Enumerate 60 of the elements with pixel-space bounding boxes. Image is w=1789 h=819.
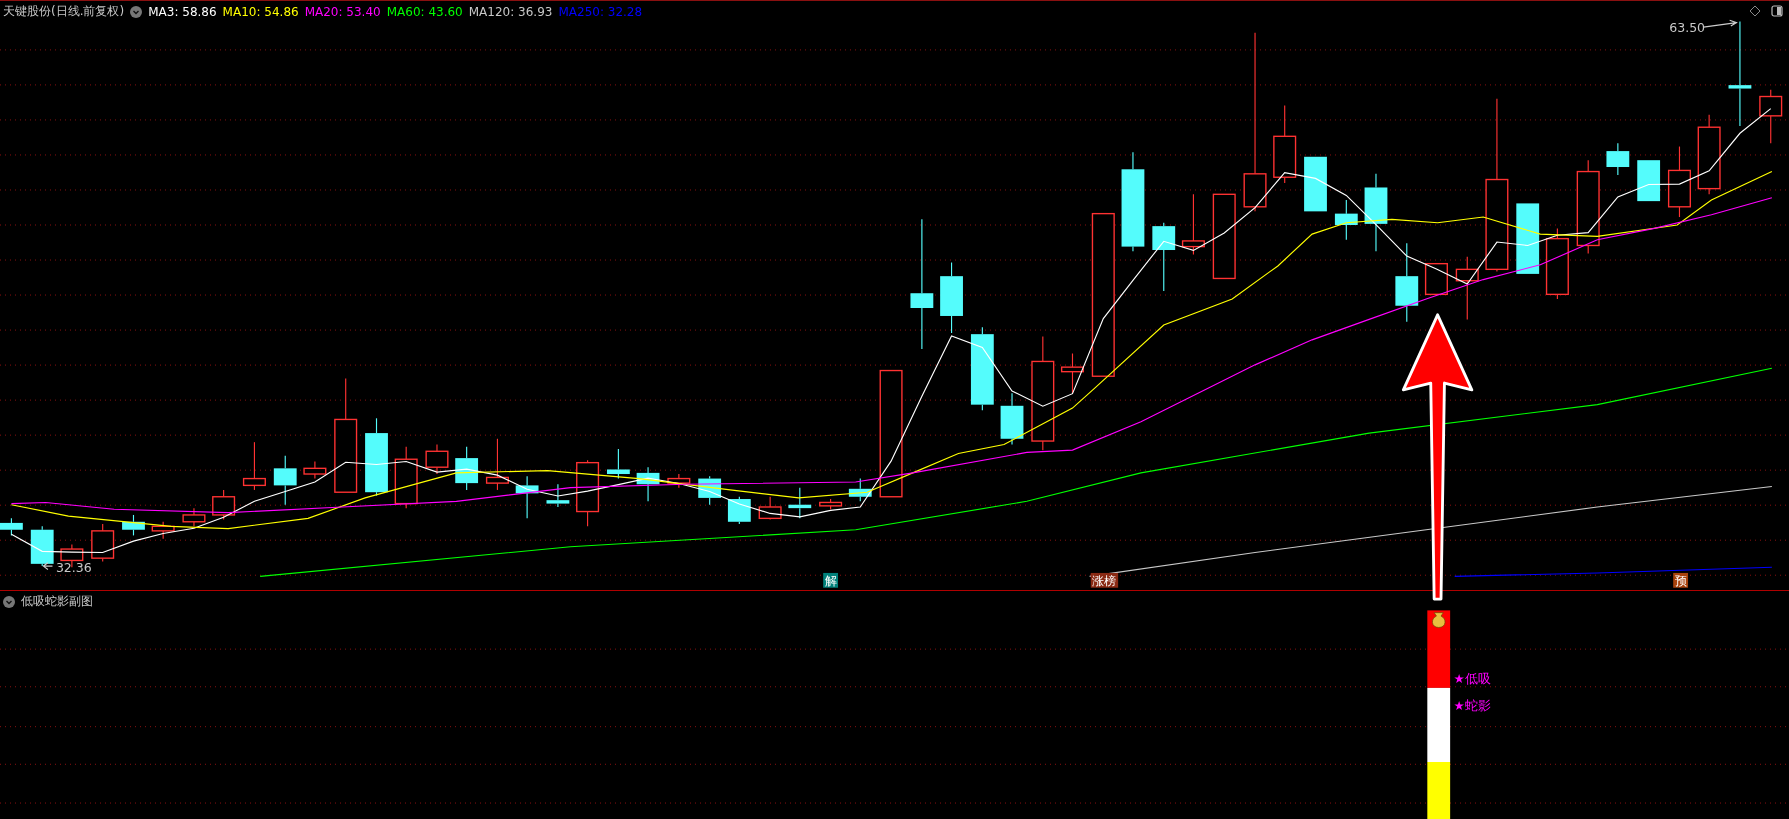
candlestick [819,498,843,510]
candlestick [1060,352,1084,394]
candlestick [607,448,630,480]
candlestick [30,525,54,567]
candlestick [242,441,266,491]
subchart-title: 低吸蛇影副图 [21,593,93,610]
candlestick [1000,392,1024,446]
pointer-arrow [42,562,54,571]
candlestick [455,446,479,491]
signal-bar [1427,762,1451,819]
candlestick [1424,262,1448,296]
candlestick [667,473,691,489]
price-label: 63.50 [1669,19,1706,35]
panel-toggle-icon[interactable] [1771,5,1783,17]
candlestick [1637,159,1661,202]
indicator-value: MA10: 54.86 [222,4,299,19]
diamond-icon[interactable] [1749,5,1761,17]
candlestick [151,521,175,540]
indicator-value: MA250: 32.28 [558,4,643,19]
indicator-value: MA3: 58.86 [148,4,217,19]
candlestick [515,475,539,519]
candlestick [1304,156,1327,212]
dropdown-icon[interactable] [3,595,15,608]
candlestick [273,455,297,506]
candlestick [1152,222,1176,292]
candlestick [1759,89,1783,144]
indicator-value: MA120: 36.93 [468,4,553,19]
money-bag-icon [1432,612,1446,628]
candlestick [1334,199,1358,241]
candlestick [727,496,751,525]
candlestick [1181,193,1205,256]
signal-label: ★低吸 [1453,671,1491,687]
candlestick [91,523,115,563]
candlestick [1606,142,1630,176]
candlestick [0,517,23,536]
signal-tag: 预 [1673,572,1689,589]
indicator-value: MA20: 53.40 [304,4,381,19]
candlestick [303,460,327,480]
signal-tag: 涨榜 [1090,572,1119,589]
candlestick [636,466,660,502]
stock-title: 天键股份(日线.前复权) [3,3,125,20]
candlestick [394,446,418,509]
signal-label: ★蛇影 [1453,697,1491,713]
candlestick [122,514,145,536]
dropdown-icon[interactable] [130,5,143,18]
candlestick [698,475,722,506]
signal-tag: 解 [823,572,838,589]
candlestick [212,489,236,521]
candlestick [788,487,812,519]
candlestick [1455,256,1479,320]
candlestick [425,443,449,475]
candlestick [182,507,206,527]
pointer-arrow [1702,19,1738,28]
candlestick [485,438,509,491]
candlestick [758,496,782,521]
indicator-value: MA60: 43.60 [386,4,463,19]
price-label: 32.36 [55,559,92,575]
candlestick [848,478,872,502]
candlestick [576,459,600,527]
candlestick [546,483,570,508]
